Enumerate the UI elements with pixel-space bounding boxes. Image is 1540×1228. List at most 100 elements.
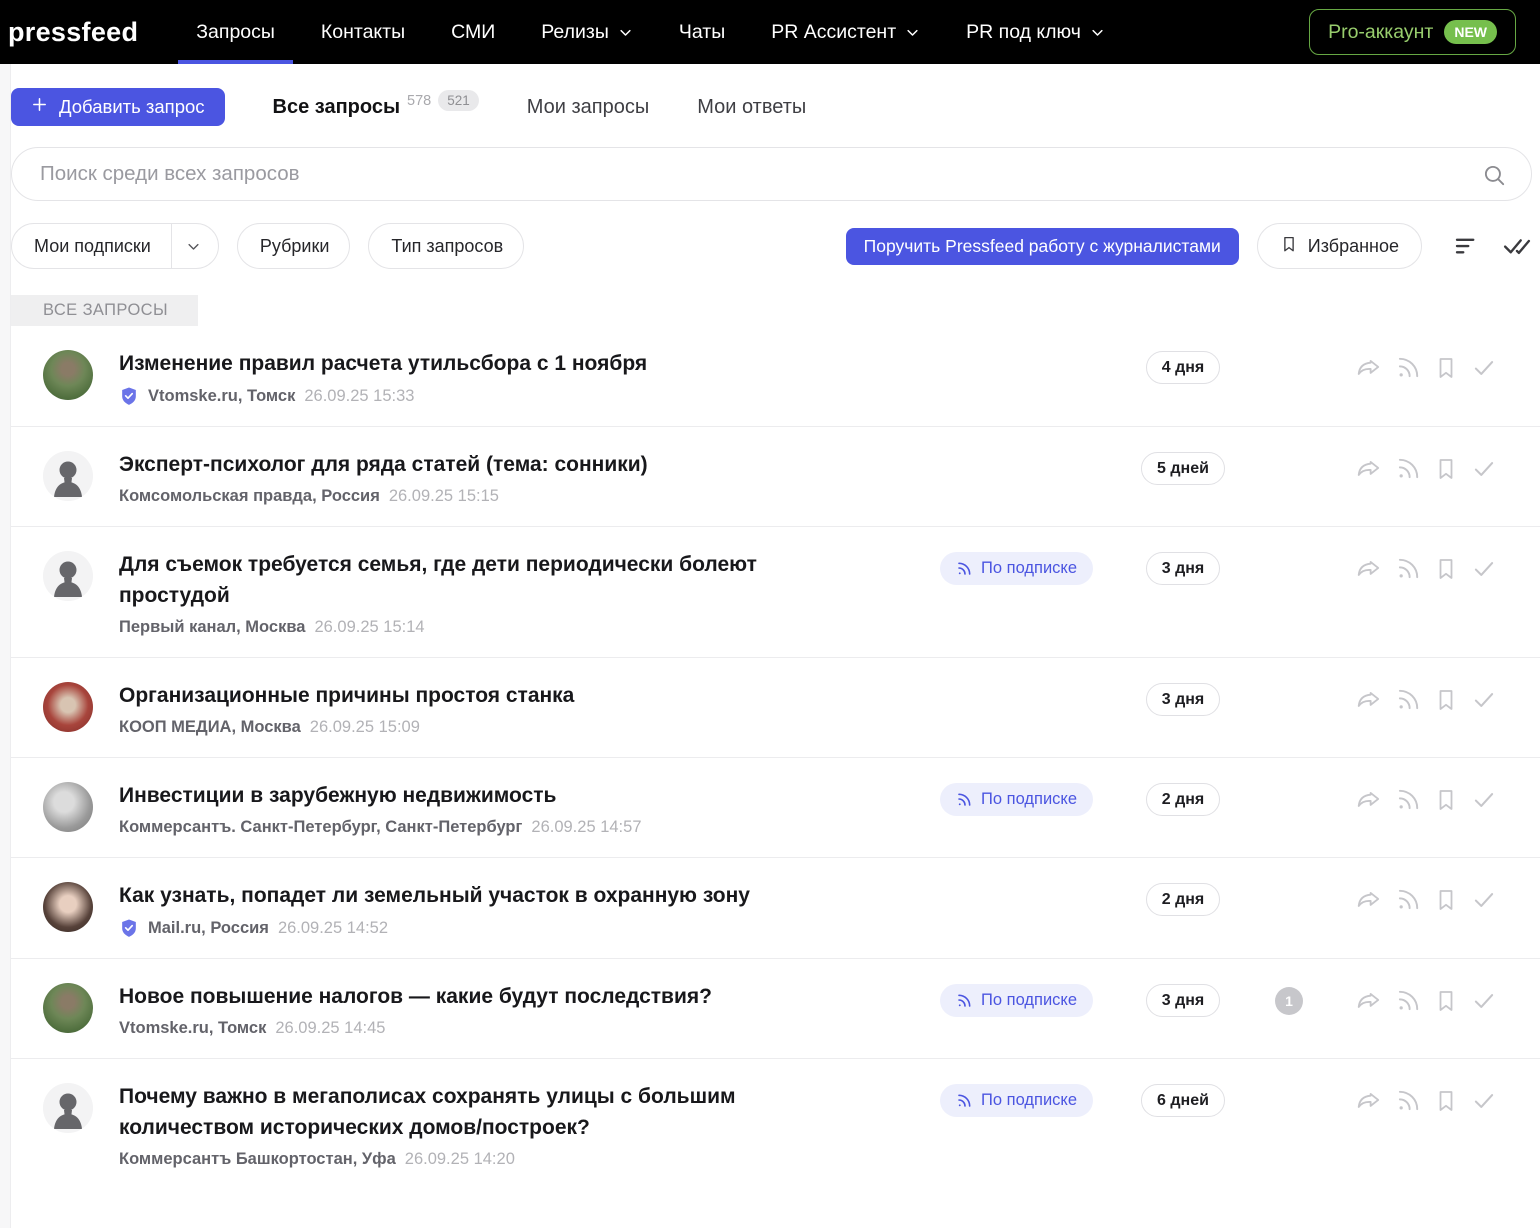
bookmark-icon[interactable] (1434, 355, 1458, 381)
rss-subscribe-icon[interactable] (1395, 988, 1421, 1014)
pro-account-button[interactable]: Pro-аккаунт NEW (1309, 9, 1516, 55)
timestamp: 26.09.25 14:20 (405, 1150, 515, 1169)
sort-icon[interactable] (1452, 231, 1482, 261)
request-title[interactable]: Инвестиции в зарубежную недвижимость (119, 780, 859, 811)
rss-icon (956, 993, 972, 1009)
mark-done-icon[interactable] (1471, 556, 1497, 582)
mark-all-read-icon[interactable] (1502, 231, 1532, 261)
request-row[interactable]: Инвестиции в зарубежную недвижимость Ком… (11, 757, 1540, 857)
source-name: Первый канал, Москва (119, 618, 305, 637)
search-icon[interactable] (1481, 162, 1507, 193)
row-actions (1356, 887, 1497, 913)
timestamp: 26.09.25 14:45 (275, 1019, 385, 1038)
request-row[interactable]: Эксперт-психолог для ряда статей (тема: … (11, 426, 1540, 526)
request-title[interactable]: Как узнать, попадет ли земельный участок… (119, 880, 859, 911)
share-icon[interactable] (1356, 1088, 1382, 1114)
pressfeed-logo[interactable]: pressfeed (8, 17, 138, 48)
row-actions (1356, 787, 1497, 813)
nav-item-chats[interactable]: Чаты (671, 0, 733, 64)
nav-item-requests[interactable]: Запросы (188, 0, 283, 64)
source-name: Коммерсантъ Башкортостан, Уфа (119, 1150, 396, 1169)
bookmark-icon[interactable] (1434, 687, 1458, 713)
request-main: Изменение правил расчета утильсбора с 1 … (119, 348, 953, 406)
rss-subscribe-icon[interactable] (1395, 1088, 1421, 1114)
avatar[interactable] (43, 451, 93, 501)
bookmark-icon[interactable] (1434, 988, 1458, 1014)
row-actions (1356, 355, 1497, 381)
source-name: Vtomske.ru, Томск (148, 387, 295, 406)
share-icon[interactable] (1356, 355, 1382, 381)
rss-subscribe-icon[interactable] (1395, 887, 1421, 913)
avatar[interactable] (43, 1083, 93, 1133)
avatar[interactable] (43, 983, 93, 1033)
mark-done-icon[interactable] (1471, 456, 1497, 482)
bookmark-icon[interactable] (1434, 456, 1458, 482)
share-icon[interactable] (1356, 787, 1382, 813)
avatar[interactable] (43, 882, 93, 932)
request-title[interactable]: Почему важно в мегаполисах сохранять ули… (119, 1081, 859, 1143)
request-main: Инвестиции в зарубежную недвижимость Ком… (119, 780, 953, 837)
filter-rubrics[interactable]: Рубрики (237, 223, 351, 269)
share-icon[interactable] (1356, 887, 1382, 913)
mark-done-icon[interactable] (1471, 355, 1497, 381)
chevron-down-icon (618, 25, 633, 40)
favorites-button[interactable]: Избранное (1257, 223, 1422, 269)
tab-all-requests[interactable]: Все запросы 578 521 (273, 96, 479, 119)
tab-my-answers[interactable]: Мои ответы (697, 96, 806, 119)
avatar[interactable] (43, 682, 93, 732)
request-row[interactable]: Изменение правил расчета утильсбора с 1 … (11, 326, 1540, 426)
rss-subscribe-icon[interactable] (1395, 456, 1421, 482)
request-title[interactable]: Новое повышение налогов — какие будут по… (119, 981, 859, 1012)
request-row[interactable]: Почему важно в мегаполисах сохранять ули… (11, 1058, 1540, 1189)
mark-done-icon[interactable] (1471, 787, 1497, 813)
row-actions (1356, 456, 1497, 482)
nav-item-releases[interactable]: Релизы (533, 0, 641, 64)
request-row[interactable]: Новое повышение налогов — какие будут по… (11, 958, 1540, 1058)
bookmark-icon[interactable] (1434, 556, 1458, 582)
subscription-badge: По подписке (940, 552, 1093, 585)
mark-done-icon[interactable] (1471, 687, 1497, 713)
bookmark-icon[interactable] (1434, 1088, 1458, 1114)
filter-my-subscriptions[interactable]: Мои подписки (11, 223, 219, 269)
nav-item-pr-assistant[interactable]: PR Ассистент (763, 0, 928, 64)
request-main: Эксперт-психолог для ряда статей (тема: … (119, 449, 953, 506)
rss-subscribe-icon[interactable] (1395, 556, 1421, 582)
delegate-to-pressfeed-button[interactable]: Поручить Pressfeed работу с журналистами (846, 228, 1239, 265)
timestamp: 26.09.25 14:57 (531, 818, 641, 837)
rss-subscribe-icon[interactable] (1395, 687, 1421, 713)
verified-icon (119, 386, 139, 406)
requests-toolbar: Добавить запрос Все запросы 578 521 Мои … (11, 64, 1540, 126)
request-title[interactable]: Эксперт-психолог для ряда статей (тема: … (119, 449, 859, 480)
rss-subscribe-icon[interactable] (1395, 787, 1421, 813)
mark-done-icon[interactable] (1471, 887, 1497, 913)
chevron-down-icon[interactable] (172, 239, 218, 254)
share-icon[interactable] (1356, 556, 1382, 582)
mark-done-icon[interactable] (1471, 988, 1497, 1014)
add-request-button[interactable]: Добавить запрос (11, 88, 225, 126)
filter-request-types[interactable]: Тип запросов (368, 223, 524, 269)
tab-my-requests[interactable]: Мои запросы (527, 96, 649, 119)
days-left-badge: 2 дня (1146, 883, 1221, 916)
nav-item-media[interactable]: СМИ (443, 0, 503, 64)
mark-done-icon[interactable] (1471, 1088, 1497, 1114)
bookmark-icon[interactable] (1434, 887, 1458, 913)
request-meta: Первый канал, Москва 26.09.25 15:14 (119, 618, 953, 637)
rss-subscribe-icon[interactable] (1395, 355, 1421, 381)
share-icon[interactable] (1356, 687, 1382, 713)
bookmark-icon[interactable] (1434, 787, 1458, 813)
request-row[interactable]: Организационные причины простоя станка К… (11, 657, 1540, 757)
nav-item-contacts[interactable]: Контакты (313, 0, 413, 64)
request-title[interactable]: Организационные причины простоя станка (119, 680, 859, 711)
nav-item-pr-turnkey[interactable]: PR под ключ (958, 0, 1113, 64)
request-title[interactable]: Для съемок требуется семья, где дети пер… (119, 549, 859, 611)
avatar[interactable] (43, 782, 93, 832)
search-input[interactable] (38, 161, 1471, 187)
request-row[interactable]: Как узнать, попадет ли земельный участок… (11, 857, 1540, 958)
share-icon[interactable] (1356, 988, 1382, 1014)
days-left-badge: 4 дня (1146, 351, 1221, 384)
share-icon[interactable] (1356, 456, 1382, 482)
avatar[interactable] (43, 350, 93, 400)
request-row[interactable]: Для съемок требуется семья, где дети пер… (11, 526, 1540, 657)
avatar[interactable] (43, 551, 93, 601)
request-title[interactable]: Изменение правил расчета утильсбора с 1 … (119, 348, 859, 379)
